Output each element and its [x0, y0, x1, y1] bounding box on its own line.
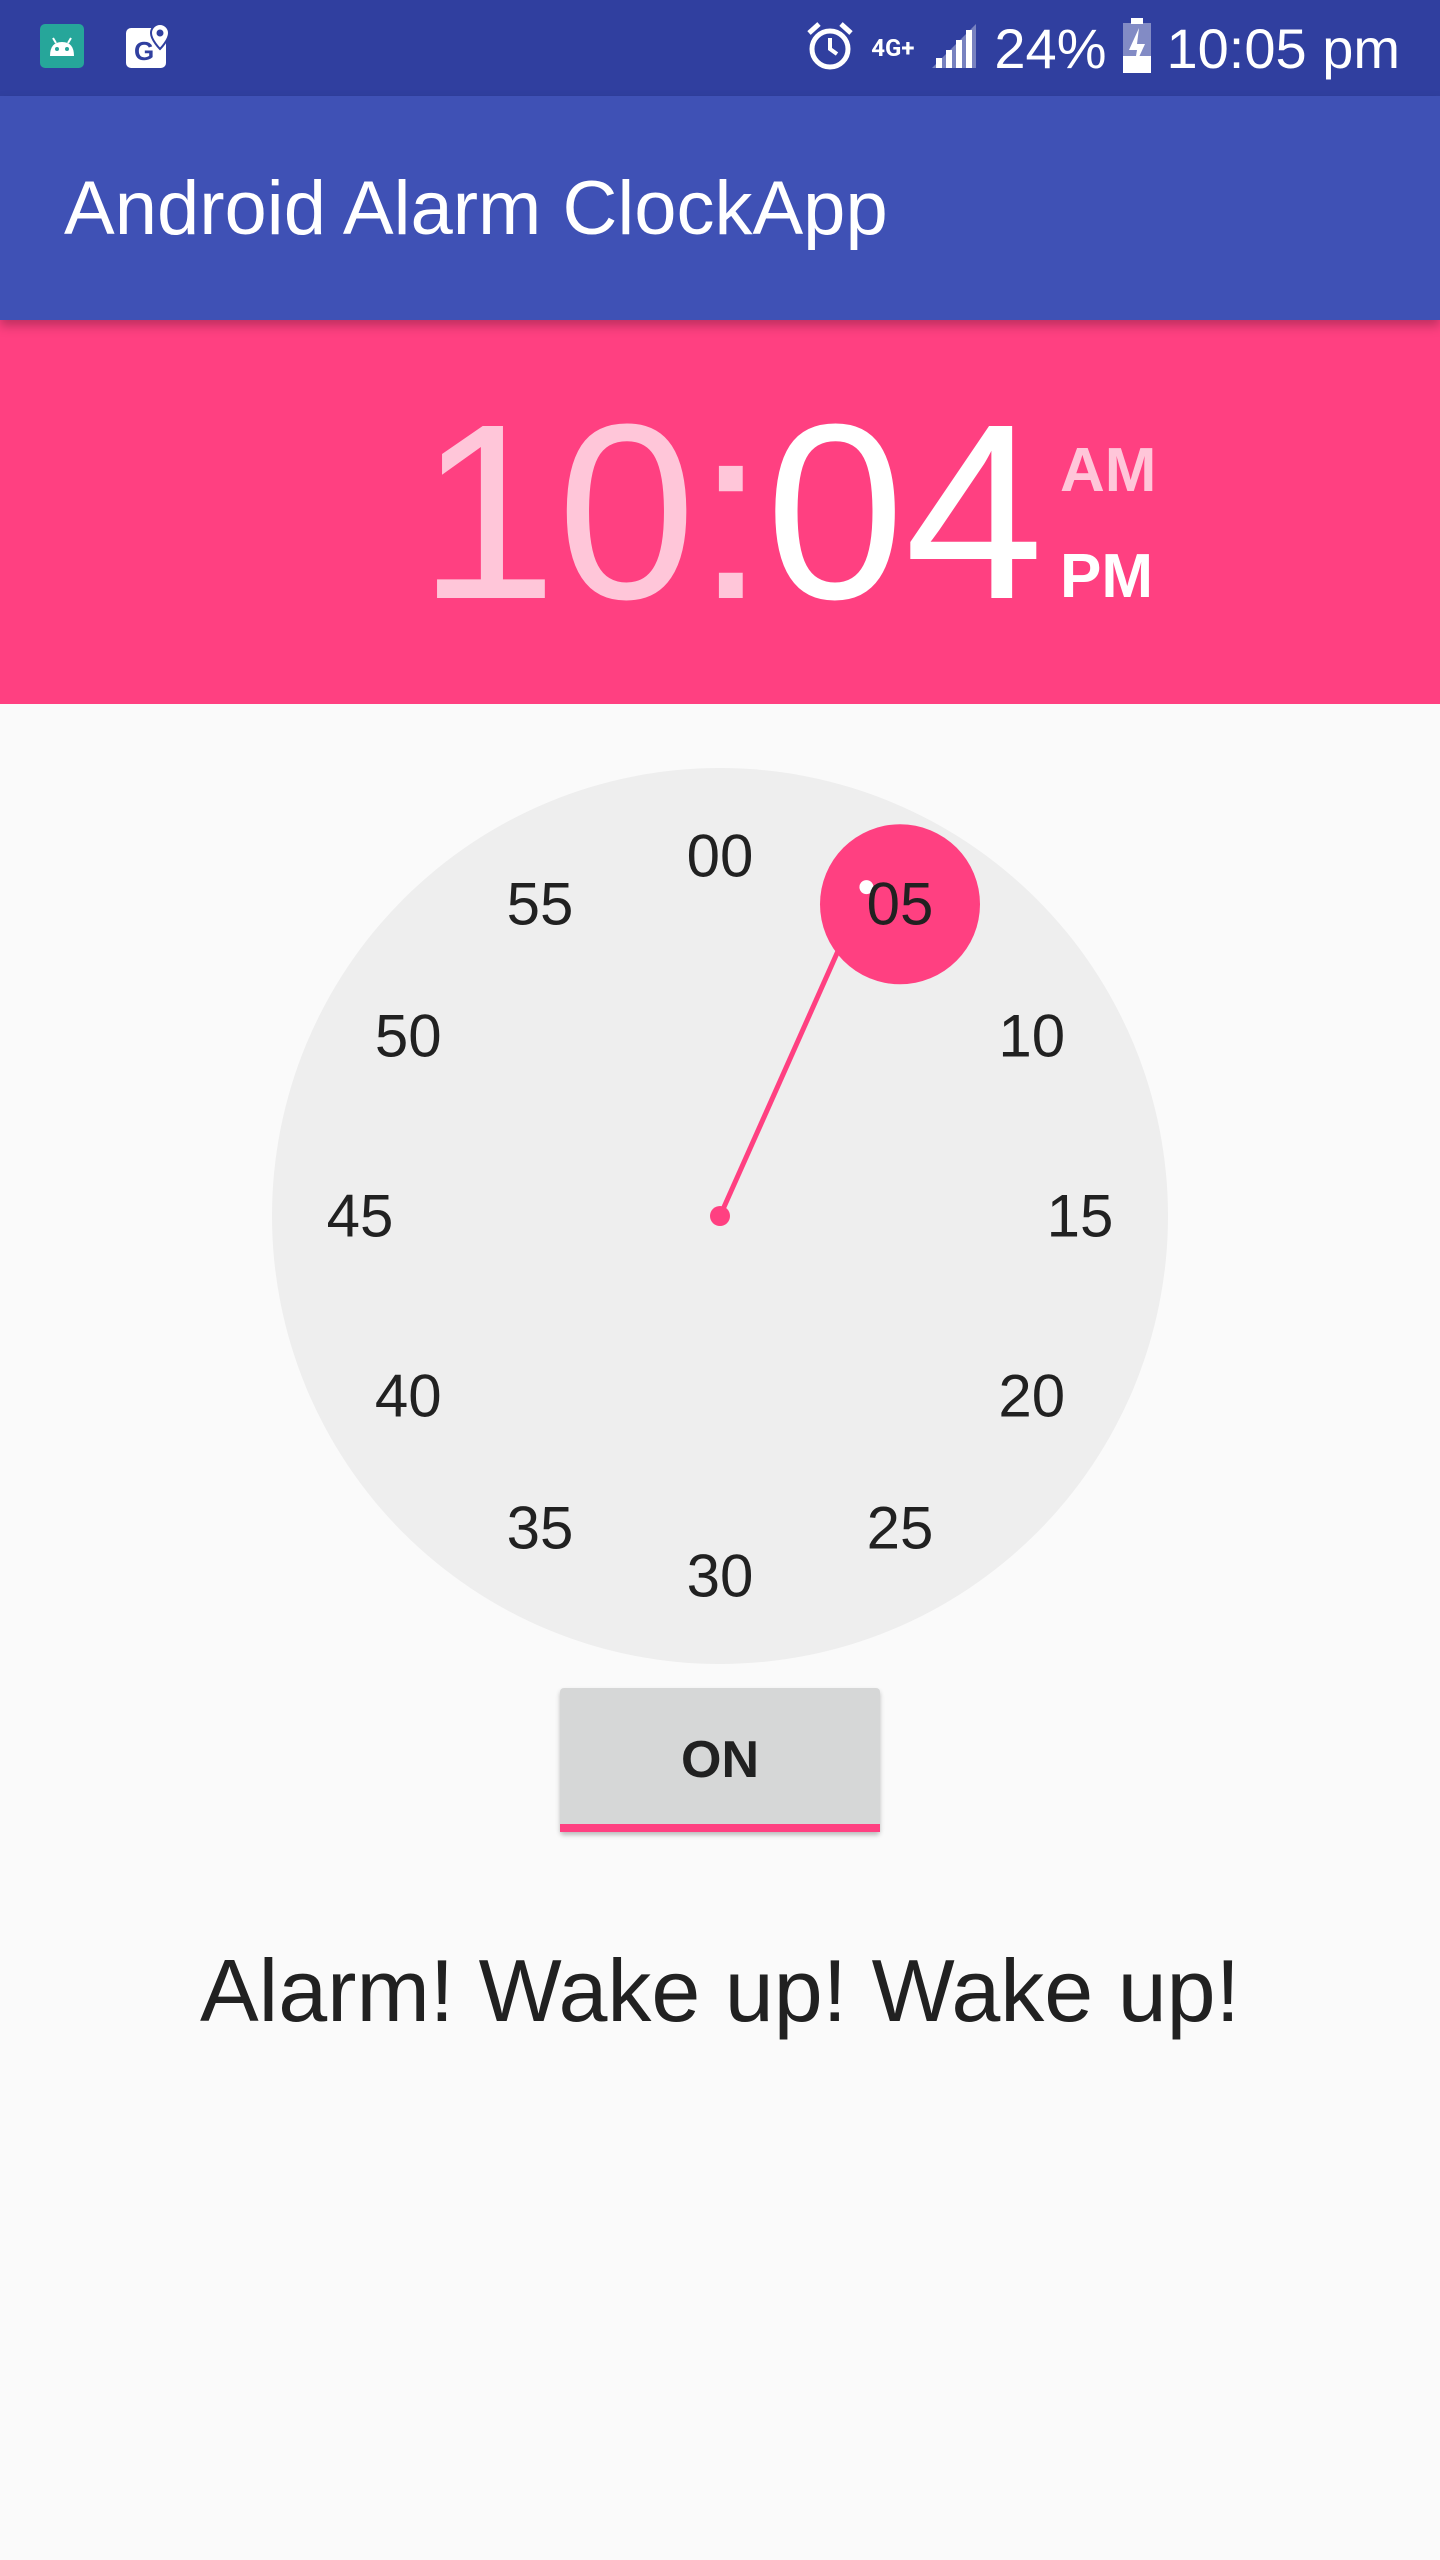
network-type-label: 4G+: [871, 34, 915, 62]
dial-number-55[interactable]: 55: [507, 871, 574, 938]
clock-dial[interactable]: 00 05 10 15 20 25 30 35 40 45 50 55: [272, 768, 1168, 1664]
svg-text:G: G: [134, 36, 154, 66]
time-picker-header: 10 : 04 AM PM: [0, 320, 1440, 704]
dial-number-35[interactable]: 35: [507, 1494, 574, 1561]
pm-label[interactable]: PM: [1060, 546, 1156, 608]
app-title: Android Alarm ClockApp: [64, 165, 888, 251]
time-separator: :: [696, 372, 766, 651]
app-bar: Android Alarm ClockApp: [0, 96, 1440, 320]
am-label[interactable]: AM: [1060, 440, 1156, 502]
signal-icon: [928, 20, 980, 76]
battery-charging-icon: [1121, 18, 1153, 78]
status-bar: G 4G+ 24% 10:05 pm: [0, 0, 1440, 96]
dial-number-15[interactable]: 15: [1047, 1183, 1114, 1250]
dial-number-25[interactable]: 25: [867, 1494, 934, 1561]
alarm-toggle-button[interactable]: ON: [560, 1688, 880, 1832]
dial-number-50[interactable]: 50: [375, 1003, 442, 1070]
clock-center-dot: [710, 1206, 730, 1226]
dial-number-10[interactable]: 10: [998, 1003, 1065, 1070]
dial-number-05[interactable]: 05: [867, 871, 934, 938]
status-time: 10:05 pm: [1166, 16, 1401, 80]
android-notification-icon: [38, 22, 86, 70]
minute-display[interactable]: 04: [766, 387, 1044, 637]
alarm-message: Alarm! Wake up! Wake up!: [199, 1941, 1241, 2040]
dial-number-45[interactable]: 45: [327, 1183, 394, 1250]
dial-number-00[interactable]: 00: [687, 823, 754, 890]
time-display: 10 : 04: [418, 320, 1044, 704]
am-pm-selector: AM PM: [1060, 440, 1156, 608]
alarm-icon: [803, 19, 857, 77]
dial-number-40[interactable]: 40: [375, 1363, 442, 1430]
battery-percent: 24%: [994, 16, 1107, 80]
hour-display[interactable]: 10: [418, 387, 696, 637]
dial-number-30[interactable]: 30: [687, 1543, 754, 1610]
maps-notification-icon: G: [124, 22, 172, 70]
dial-number-20[interactable]: 20: [998, 1363, 1065, 1430]
